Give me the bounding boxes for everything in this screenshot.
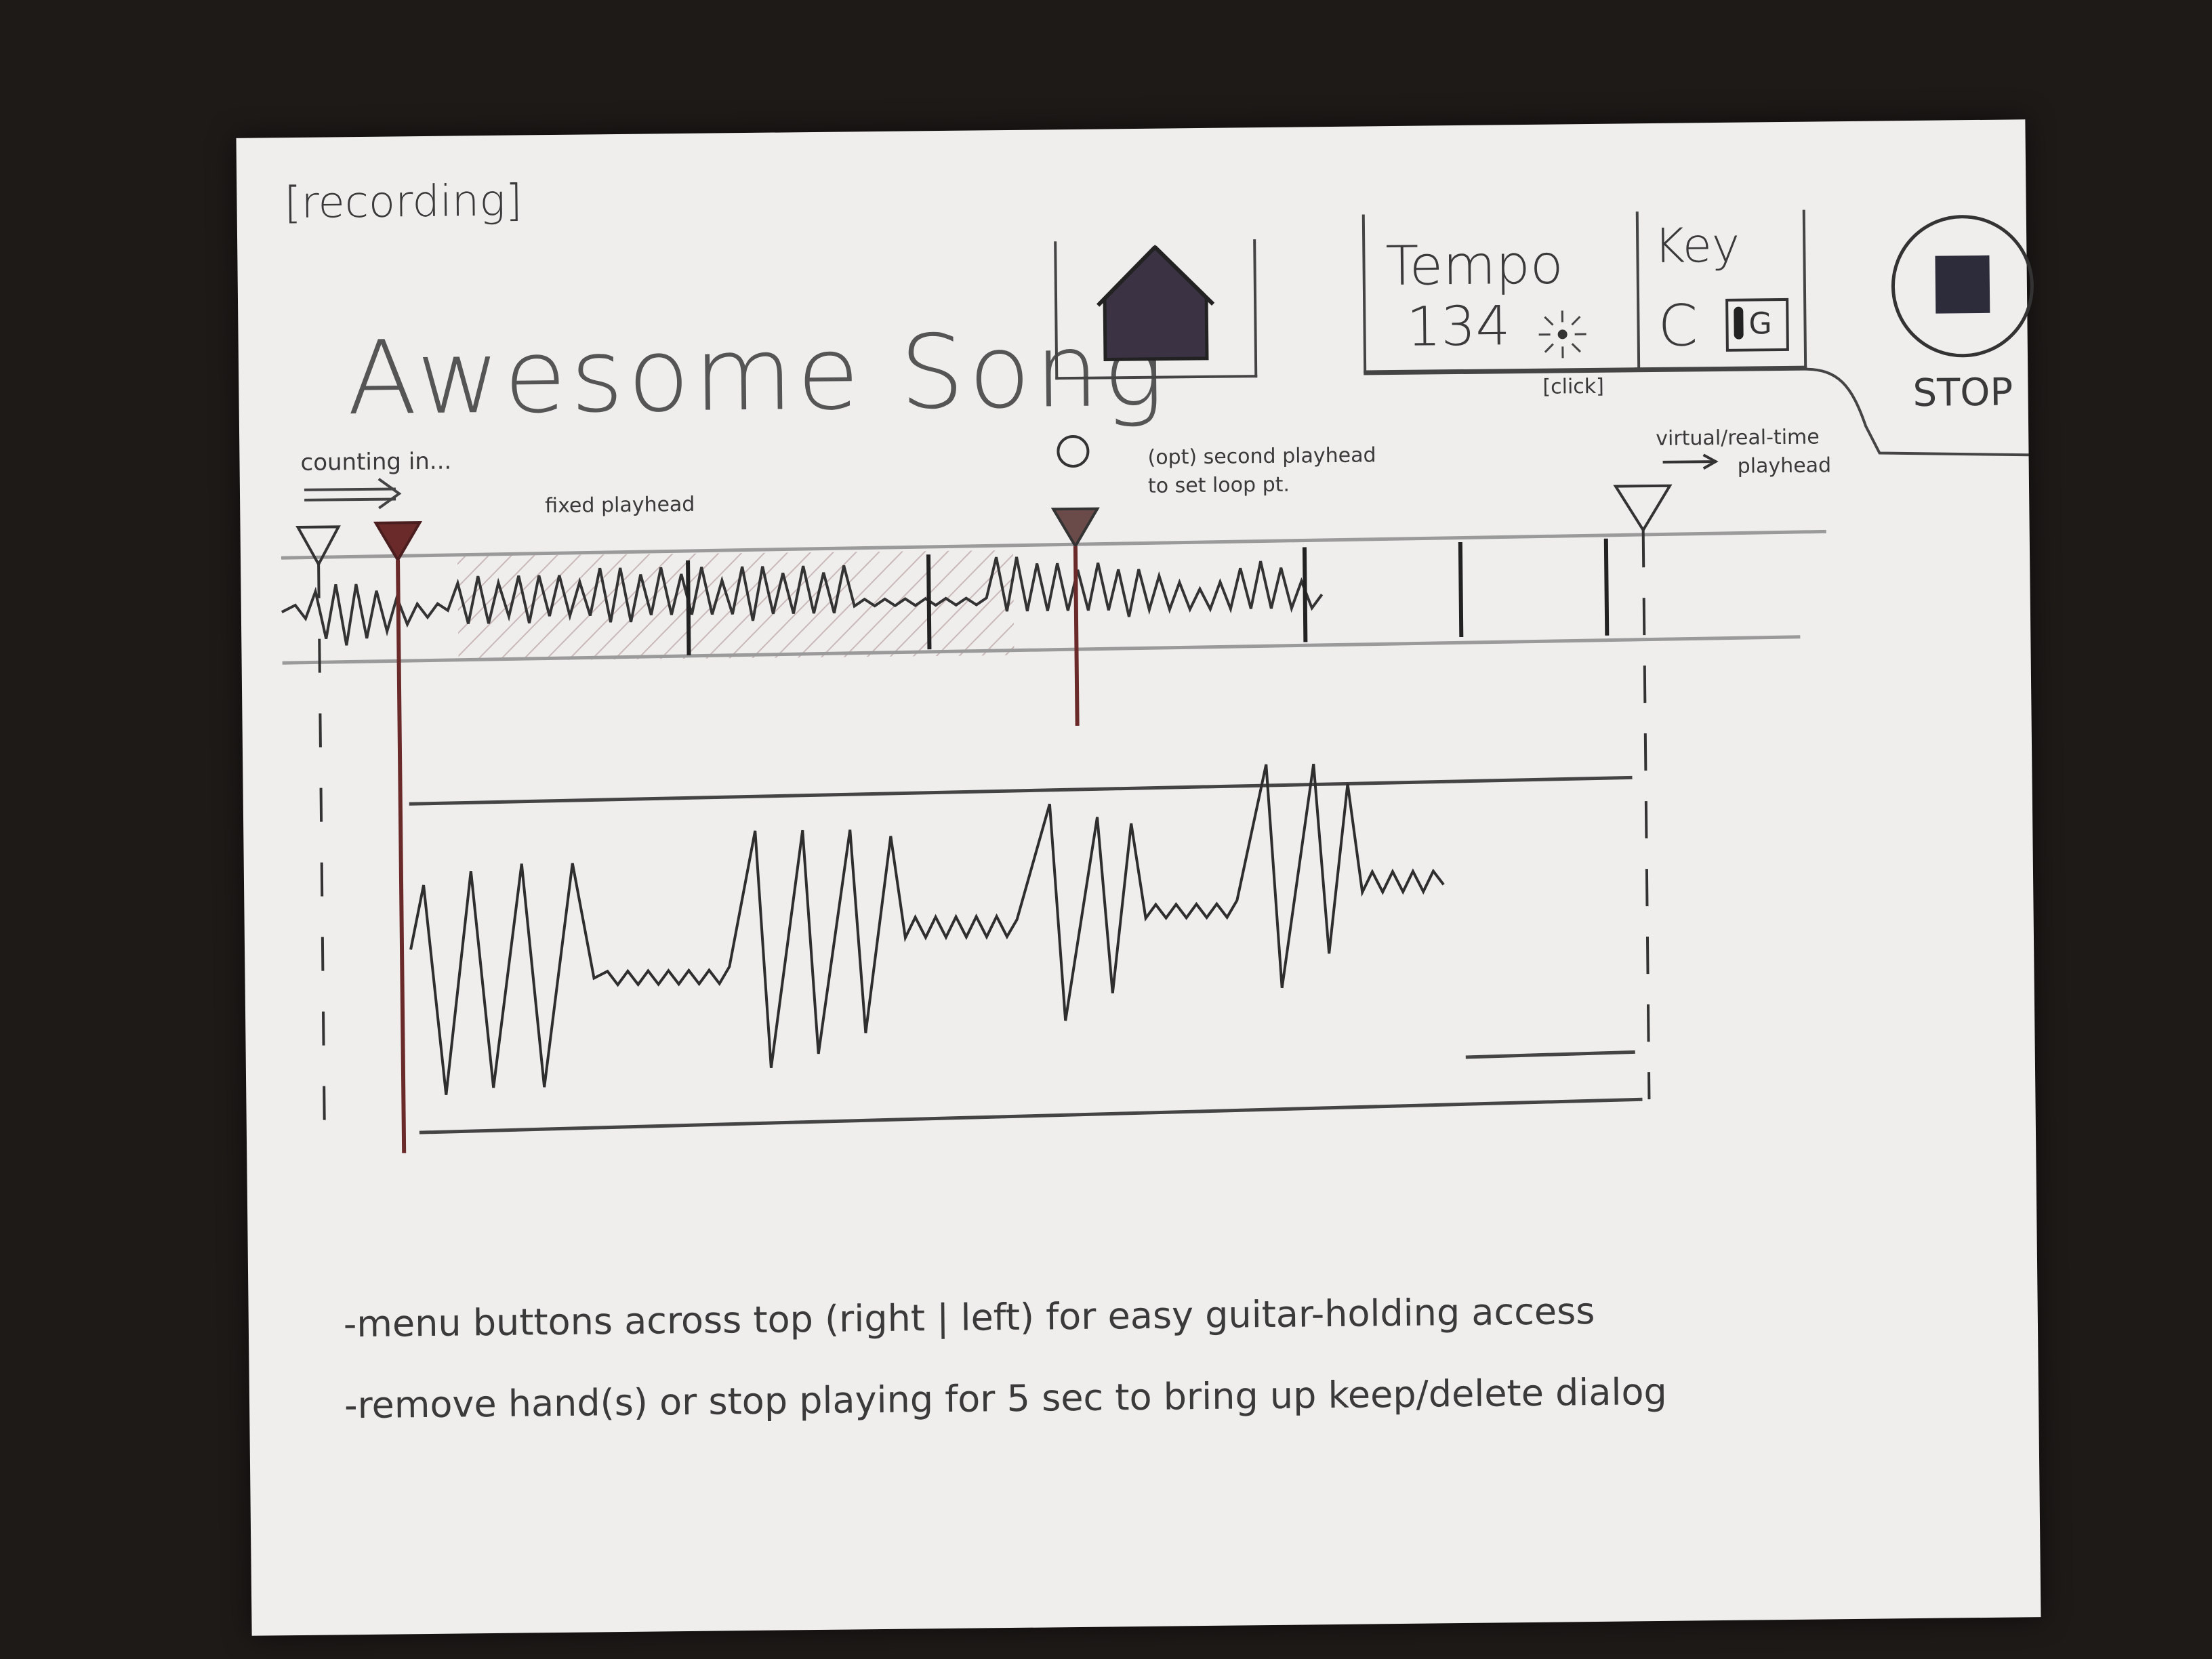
main-waveform [409, 764, 1445, 1095]
overview-track [281, 529, 1826, 665]
sketch-paper: [recording] Awesome Song Tempo 134 [clic… [236, 119, 2041, 1636]
loop-playhead[interactable] [1050, 434, 1100, 726]
toolbar-connector-line [1364, 367, 2029, 457]
counting-in-arrow [304, 478, 402, 510]
loop-icon [1057, 434, 1090, 468]
main-track [409, 764, 1643, 1134]
